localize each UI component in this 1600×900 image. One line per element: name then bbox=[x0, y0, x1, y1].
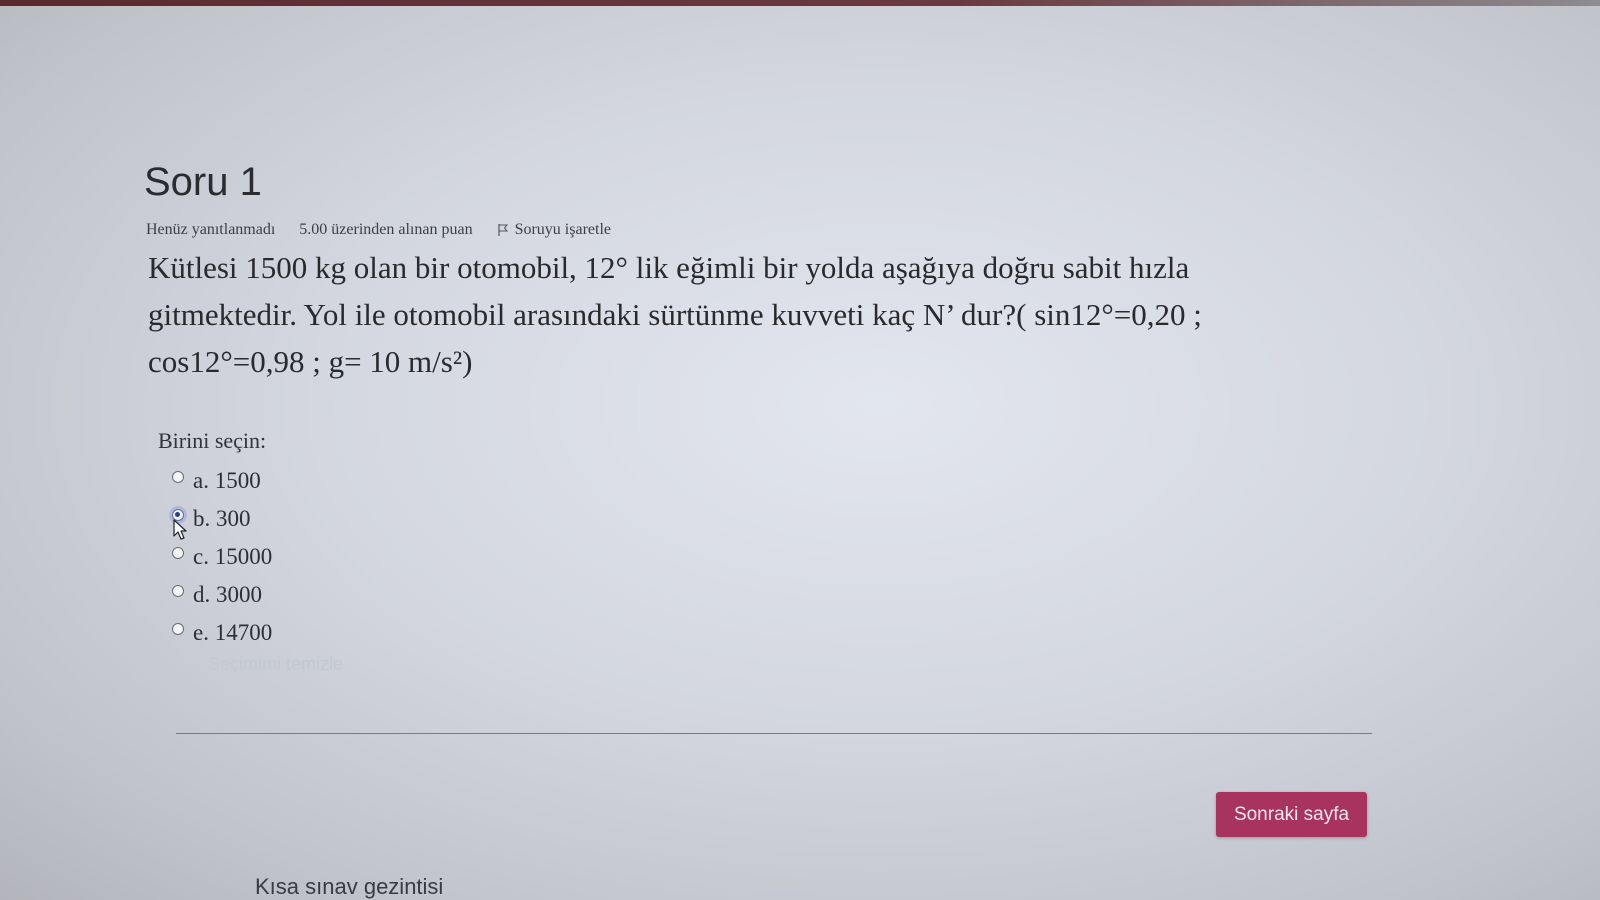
radio-button-a[interactable] bbox=[172, 471, 184, 483]
answer-label-e: e. 14700 bbox=[193, 620, 273, 645]
answer-option-a[interactable]: a. 1500 bbox=[172, 462, 272, 500]
quiz-navigation-heading: Kısa sınav gezintisi bbox=[255, 874, 444, 899]
flag-question-link[interactable]: Soruyu işaretle bbox=[497, 221, 611, 239]
question-points: 5.00 üzerinden alınan puan bbox=[299, 221, 473, 238]
answer-label-a: a. 1500 bbox=[193, 468, 261, 493]
answer-label-d: d. 3000 bbox=[193, 582, 262, 607]
next-page-button[interactable]: Sonraki sayfa bbox=[1216, 792, 1367, 837]
answer-option-e[interactable]: e. 14700 bbox=[172, 614, 272, 652]
answer-option-d[interactable]: d. 3000 bbox=[172, 576, 272, 614]
radio-button-c[interactable] bbox=[172, 547, 184, 559]
answer-option-c[interactable]: c. 15000 bbox=[172, 538, 272, 576]
flag-question-label: Soruyu işaretle bbox=[514, 221, 611, 238]
question-status: Henüz yanıtlanmadı bbox=[146, 221, 276, 238]
radio-button-e[interactable] bbox=[172, 623, 184, 635]
answer-label-c: c. 15000 bbox=[193, 544, 273, 569]
answer-options: a. 1500 b. 300 c. 15000 d. 3000 e. 14700 bbox=[172, 462, 272, 652]
section-divider bbox=[176, 733, 1372, 734]
question-text: Kütlesi 1500 kg olan bir otomobil, 12° l… bbox=[148, 250, 1202, 379]
top-bar-strip bbox=[0, 0, 1600, 6]
answer-prompt: Birini seçin: bbox=[158, 428, 267, 453]
radio-button-d[interactable] bbox=[172, 585, 184, 597]
flag-icon bbox=[497, 224, 508, 236]
answer-label-b: b. 300 bbox=[193, 506, 251, 531]
question-info-row: Henüz yanıtlanmadı 5.00 üzerinden alınan… bbox=[146, 221, 611, 239]
clear-selection-link[interactable]: Seçimimi temizle bbox=[208, 654, 343, 675]
question-title: Soru 1 bbox=[144, 160, 262, 204]
mouse-cursor-icon bbox=[173, 519, 187, 540]
